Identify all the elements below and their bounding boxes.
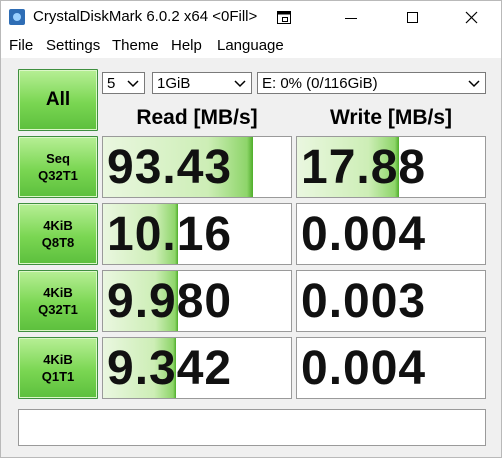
- menu-help[interactable]: Help: [171, 37, 202, 54]
- write-result-value: 17.88: [301, 141, 427, 194]
- title-bar[interactable]: CrystalDiskMark 6.0.2 x64 <0Fill>: [1, 1, 501, 34]
- drive-select[interactable]: E: 0% (0/116GiB): [257, 72, 486, 94]
- write-result-value: 0.004: [301, 208, 427, 261]
- chevron-down-icon: [468, 80, 480, 88]
- read-result-cell: 10.16: [102, 203, 292, 265]
- test-label-line2: Q1T1: [41, 369, 75, 384]
- menu-language[interactable]: Language: [217, 37, 284, 54]
- read-result-value: 9.342: [107, 342, 233, 395]
- read-result-cell: 93.43: [102, 136, 292, 198]
- read-result-cell: 9.980: [102, 270, 292, 332]
- close-button[interactable]: [449, 1, 495, 34]
- write-result-cell: 0.004: [296, 203, 486, 265]
- write-result-value: 0.004: [301, 342, 427, 395]
- menu-settings[interactable]: Settings: [46, 37, 100, 54]
- app-window: CrystalDiskMark 6.0.2 x64 <0Fill> File S…: [0, 0, 502, 458]
- test-label-line2: Q8T8: [41, 235, 75, 250]
- read-result-value: 9.980: [107, 275, 233, 328]
- test-button-4kib-q8t8[interactable]: 4KiB Q8T8: [18, 203, 98, 265]
- drive-value: E: 0% (0/116GiB): [262, 75, 378, 92]
- main-panel: All 5 1GiB E: 0% (0/116GiB) Read [MB/s] …: [1, 58, 501, 457]
- crystaldiskmark-icon: [9, 9, 25, 25]
- run-all-button[interactable]: All: [18, 69, 98, 131]
- read-header: Read [MB/s]: [136, 106, 258, 129]
- maximize-button[interactable]: [390, 1, 436, 34]
- test-label-line1: 4KiB: [43, 218, 73, 233]
- minimize-icon: [345, 18, 357, 19]
- test-button-seq-q32t1[interactable]: Seq Q32T1: [18, 136, 98, 198]
- test-label-line2: Q32T1: [38, 168, 78, 183]
- test-label-line2: Q32T1: [38, 302, 78, 317]
- test-label-line1: 4KiB: [43, 285, 73, 300]
- close-icon: [465, 11, 478, 24]
- test-button-4kib-q32t1[interactable]: 4KiB Q32T1: [18, 270, 98, 332]
- window-title: CrystalDiskMark 6.0.2 x64 <0Fill>: [33, 8, 258, 25]
- menu-file[interactable]: File: [9, 37, 33, 54]
- menu-bar: File Settings Theme Help Language: [1, 34, 501, 58]
- write-result-value: 0.003: [301, 275, 427, 328]
- comment-field[interactable]: [18, 409, 486, 446]
- test-label-line1: 4KiB: [43, 352, 73, 367]
- compact-mode-button[interactable]: [261, 1, 307, 34]
- chevron-down-icon: [127, 80, 139, 88]
- write-header: Write [MB/s]: [329, 106, 453, 129]
- test-button-4kib-q1t1[interactable]: 4KiB Q1T1: [18, 337, 98, 399]
- read-result-value: 10.16: [107, 208, 233, 261]
- test-count-select[interactable]: 5: [102, 72, 145, 94]
- write-result-cell: 0.004: [296, 337, 486, 399]
- read-result-value: 93.43: [107, 141, 233, 194]
- test-count-value: 5: [107, 75, 116, 92]
- test-size-select[interactable]: 1GiB: [152, 72, 252, 94]
- test-size-value: 1GiB: [157, 75, 191, 92]
- run-all-label: All: [45, 89, 71, 110]
- test-label-line1: Seq: [46, 151, 70, 166]
- compact-mode-icon: [277, 11, 291, 24]
- chevron-down-icon: [234, 80, 246, 88]
- read-result-cell: 9.342: [102, 337, 292, 399]
- write-result-cell: 17.88: [296, 136, 486, 198]
- minimize-button[interactable]: [328, 1, 374, 34]
- menu-theme[interactable]: Theme: [112, 37, 159, 54]
- maximize-icon: [407, 12, 418, 23]
- write-result-cell: 0.003: [296, 270, 486, 332]
